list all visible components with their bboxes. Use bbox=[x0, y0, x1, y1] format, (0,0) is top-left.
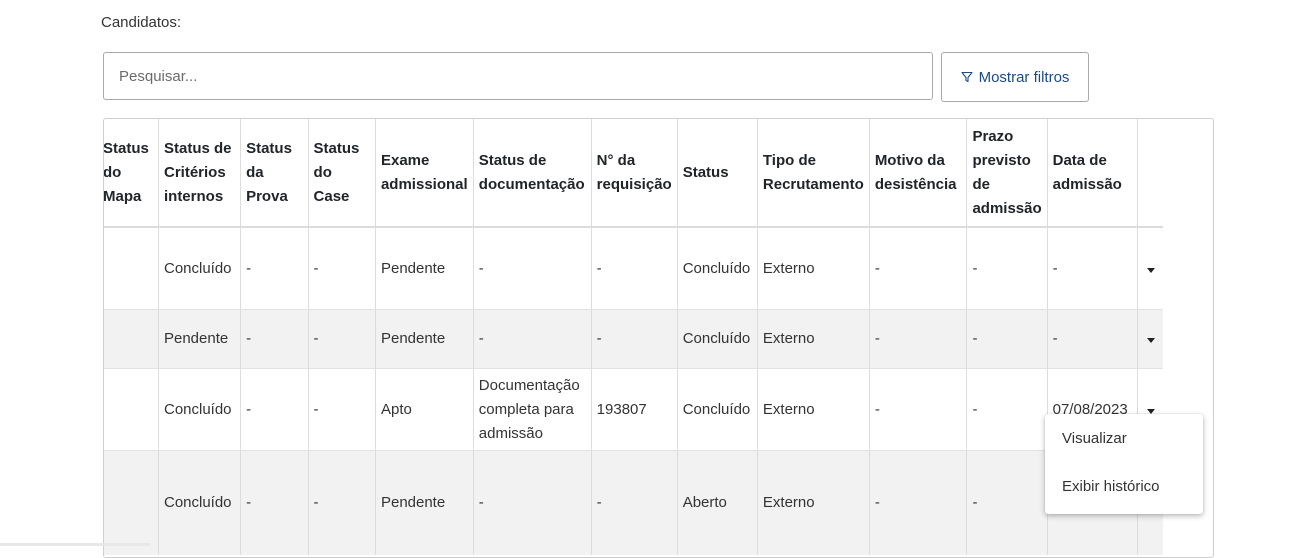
actions-column-header bbox=[1137, 119, 1163, 228]
caret-down-icon[interactable] bbox=[1146, 338, 1155, 343]
table-cell: Externo bbox=[757, 450, 870, 555]
table-row[interactable]: Concluído - - Pendente - - Aberto Extern… bbox=[104, 450, 1163, 555]
table-cell: - bbox=[591, 227, 678, 310]
row-actions-cell[interactable] bbox=[1137, 227, 1163, 310]
table-cell: Pendente bbox=[375, 450, 474, 555]
table-cell: - bbox=[966, 368, 1048, 451]
table-cell bbox=[104, 450, 159, 555]
table-cell: Concluído bbox=[677, 368, 758, 451]
column-header[interactable]: Exame admissional bbox=[375, 119, 474, 228]
row-actions-cell[interactable] bbox=[1137, 309, 1163, 369]
table-cell: - bbox=[473, 309, 592, 369]
table-cell: - bbox=[308, 450, 376, 555]
table-cell: - bbox=[1047, 309, 1139, 369]
table-cell: - bbox=[966, 227, 1048, 310]
menu-item-visualizar[interactable]: Visualizar bbox=[1062, 430, 1127, 447]
table-cell: - bbox=[869, 368, 968, 451]
search-input[interactable] bbox=[103, 52, 933, 100]
row-context-menu: Visualizar Exibir histórico bbox=[1045, 414, 1203, 514]
section-label: Candidatos: bbox=[101, 14, 182, 31]
candidates-table: Status do Mapa Status de Critérios inter… bbox=[104, 119, 1163, 555]
caret-down-icon[interactable] bbox=[1146, 408, 1155, 414]
table-cell: Concluído bbox=[677, 309, 758, 369]
table-cell: - bbox=[308, 227, 376, 310]
column-header[interactable]: N° da requisição bbox=[591, 119, 678, 228]
filter-icon bbox=[961, 71, 973, 83]
table-row[interactable]: Concluído - - Apto Documentação completa… bbox=[104, 368, 1163, 451]
column-header[interactable]: Status de Critérios internos bbox=[158, 119, 242, 228]
table-cell: Pendente bbox=[375, 309, 474, 369]
table-cell: Documentação completa para admissão bbox=[473, 368, 592, 451]
table-cell: - bbox=[1047, 227, 1139, 310]
table-cell: - bbox=[966, 450, 1048, 555]
caret-down-icon[interactable] bbox=[1146, 267, 1155, 273]
table-cell: - bbox=[591, 450, 678, 555]
table-cell: Pendente bbox=[158, 309, 242, 369]
table-cell bbox=[104, 227, 159, 310]
table-cell: Concluído bbox=[677, 227, 758, 310]
table-cell: - bbox=[308, 368, 376, 451]
table-cell bbox=[104, 368, 159, 451]
show-filters-label: Mostrar filtros bbox=[978, 68, 1070, 86]
column-header[interactable]: Status da Prova bbox=[240, 119, 309, 228]
table-cell: Concluído bbox=[158, 450, 242, 555]
table-cell: - bbox=[240, 227, 309, 310]
column-header[interactable]: Motivo da desistência bbox=[869, 119, 968, 228]
table-cell: - bbox=[240, 309, 309, 369]
table-cell: - bbox=[240, 368, 309, 451]
table-cell: - bbox=[869, 227, 968, 310]
table-header-row: Status do Mapa Status de Critérios inter… bbox=[104, 119, 1163, 228]
column-header[interactable]: Data de admissão bbox=[1047, 119, 1139, 228]
column-header[interactable]: Status bbox=[677, 119, 758, 228]
column-header[interactable]: Status do Case bbox=[308, 119, 376, 228]
table-cell: Externo bbox=[757, 309, 870, 369]
menu-item-exibir-historico[interactable]: Exibir histórico bbox=[1062, 478, 1160, 495]
table-cell: Concluído bbox=[158, 227, 242, 310]
table-cell: 193807 bbox=[591, 368, 678, 451]
show-filters-button[interactable]: Mostrar filtros bbox=[941, 52, 1089, 102]
table-row[interactable]: Concluído - - Pendente - - Concluído Ext… bbox=[104, 227, 1163, 310]
table-cell: - bbox=[591, 309, 678, 369]
table-cell: - bbox=[966, 309, 1048, 369]
column-header[interactable]: Tipo de Recrutamento bbox=[757, 119, 870, 228]
table-row[interactable]: Pendente - - Pendente - - Concluído Exte… bbox=[104, 309, 1163, 369]
table-cell: Concluído bbox=[158, 368, 242, 451]
table-cell bbox=[104, 309, 159, 369]
table-cell: - bbox=[240, 450, 309, 555]
column-header[interactable]: Status do Mapa bbox=[104, 119, 159, 228]
column-header[interactable]: Status de documentação bbox=[473, 119, 592, 228]
table-cell: - bbox=[308, 309, 376, 369]
table-cell: Apto bbox=[375, 368, 474, 451]
table-cell: Aberto bbox=[677, 450, 758, 555]
table-cell: Pendente bbox=[375, 227, 474, 310]
column-header[interactable]: Prazo previsto de admissão bbox=[966, 119, 1048, 228]
table-cell: - bbox=[869, 309, 968, 369]
table-cell: - bbox=[473, 227, 592, 310]
table-cell: Externo bbox=[757, 227, 870, 310]
table-cell: - bbox=[869, 450, 968, 555]
table-cell: - bbox=[473, 450, 592, 555]
table-cell: Externo bbox=[757, 368, 870, 451]
